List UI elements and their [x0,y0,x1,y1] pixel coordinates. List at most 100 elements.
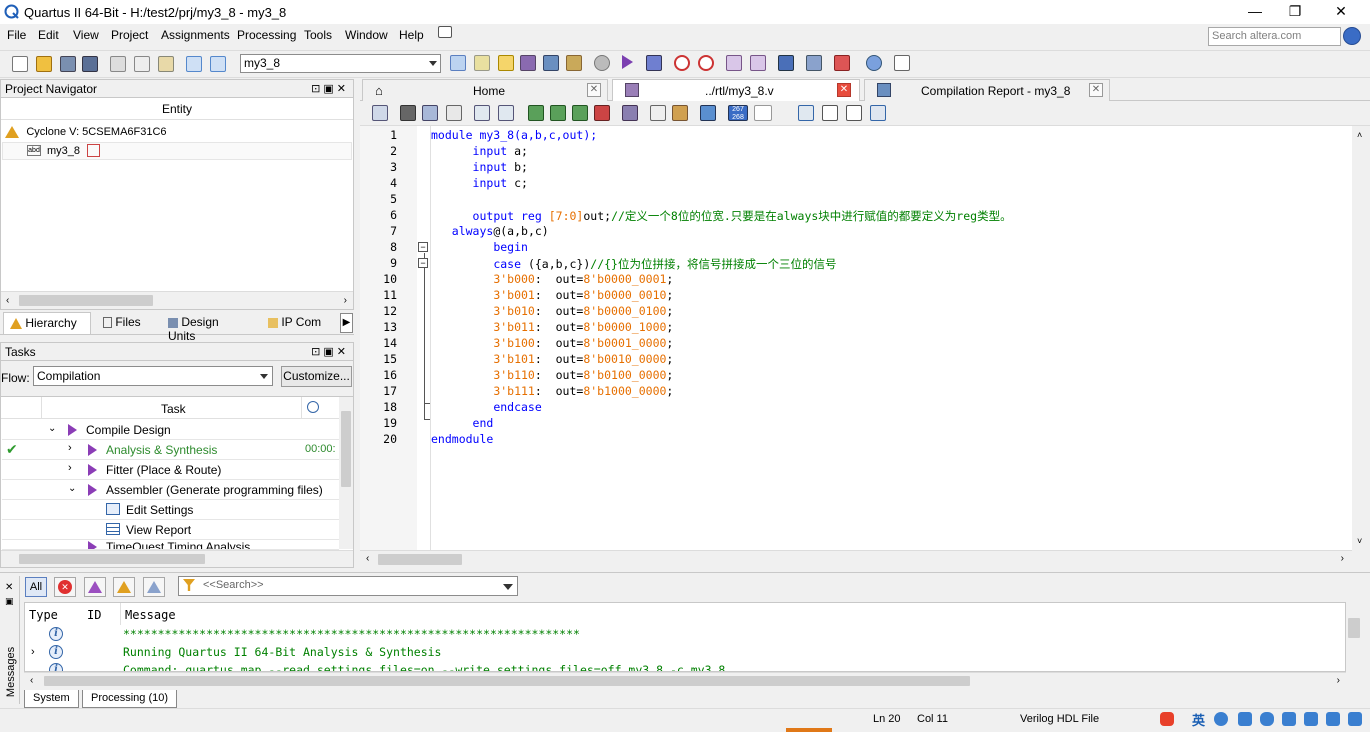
assignment-editor-icon[interactable] [520,55,536,71]
document-lines-icon[interactable] [846,105,862,121]
arrow-right-icon[interactable] [798,105,814,121]
device-icon[interactable] [566,55,582,71]
netlist-viewer-icon[interactable] [726,55,742,71]
moon-icon[interactable] [1214,712,1228,726]
pencil-icon[interactable] [498,55,514,71]
line-numbers-icon[interactable]: 267 268 [728,105,748,121]
block-comment-icon[interactable] [672,105,688,121]
panel-controls-icon[interactable]: ⊡▣✕ [311,345,349,358]
messages-vertical-scrollbar[interactable] [1346,602,1362,672]
scroll-left-icon[interactable]: ‹ [6,295,9,306]
rtl-viewer-icon[interactable] [750,55,766,71]
menu-help[interactable]: Help [399,28,424,42]
scroll-down-icon[interactable]: ˅ [1357,536,1362,546]
indent-icon[interactable] [474,105,490,121]
float-panel-icon[interactable]: ▣ [5,596,14,607]
prev-bookmark-icon[interactable] [572,105,588,121]
task-row-fitter[interactable]: › Fitter (Place & Route) [2,460,339,480]
col-type-header[interactable]: Type [29,608,58,622]
programmer-icon[interactable] [778,55,794,71]
scroll-thumb[interactable] [1348,618,1360,638]
scroll-thumb[interactable] [44,676,970,686]
close-tab-icon[interactable]: ✕ [1089,83,1103,97]
view-mode-icon[interactable] [870,105,886,121]
scroll-left-icon[interactable]: ‹ [366,553,369,564]
stop-icon[interactable] [594,55,610,71]
tab-hierarchy[interactable]: Hierarchy [3,312,91,334]
signaltap-icon[interactable] [700,105,716,121]
pn-horizontal-scrollbar[interactable]: ‹ › [1,291,353,309]
close-panel-icon[interactable]: ✕ [5,582,13,593]
search-altera-input[interactable]: Search altera.com [1208,27,1341,46]
ime-language-label[interactable]: 英 [1192,710,1205,729]
clear-bookmarks-icon[interactable] [594,105,610,121]
skin-icon[interactable] [1304,712,1318,726]
tab-ip-components[interactable]: IP Com [262,312,338,334]
filter-errors-button[interactable]: ✕ [54,577,76,597]
menu-tools[interactable]: Tools [304,28,332,42]
outdent-icon[interactable] [498,105,514,121]
help-icon[interactable] [866,55,882,71]
analysis-icon[interactable] [646,55,662,71]
compile-file-icon[interactable] [622,105,638,121]
find-replace-icon[interactable] [422,105,438,121]
message-search-input[interactable]: <<Search>> [178,576,518,596]
customize-button[interactable]: Customize... [281,366,352,387]
col-message-header[interactable]: Message [125,608,176,622]
copy-icon[interactable] [134,56,150,72]
message-row[interactable]: Command: quartus_map --read_settings_fil… [123,663,725,671]
sopc-icon[interactable] [834,55,850,71]
expand-chevron-icon[interactable]: › [31,646,35,658]
menu-assignments[interactable]: Assignments [161,28,230,42]
filter-warnings-button[interactable] [113,577,135,597]
spell-check-icon[interactable] [754,105,772,121]
menu-processing[interactable]: Processing [237,28,296,42]
close-tab-icon[interactable]: ✕ [587,83,601,97]
next-bookmark-icon[interactable] [550,105,566,121]
fold-collapse-icon[interactable]: − [418,242,428,252]
scroll-thumb[interactable] [19,295,153,306]
scroll-thumb[interactable] [19,554,205,564]
entity-row-my3_8[interactable]: abd my3_8 [2,142,352,160]
tasks-vertical-scrollbar[interactable] [339,397,353,549]
save-all-icon[interactable] [82,56,98,72]
save-icon[interactable] [60,56,76,72]
chip-planner-icon[interactable] [474,55,490,71]
filter-critical-warnings-button[interactable] [84,577,106,597]
flow-select[interactable]: Compilation [33,366,273,386]
open-folder-icon[interactable] [36,56,52,72]
scroll-right-icon[interactable]: › [1337,675,1340,686]
message-row[interactable]: Running Quartus II 64-Bit Analysis & Syn… [123,645,442,659]
tab-files[interactable]: Files [97,312,155,334]
powerplay-icon[interactable] [698,55,714,71]
goto-line-icon[interactable] [446,105,462,121]
editor-vertical-scrollbar[interactable]: ˄ ˅ [1352,126,1370,550]
scroll-right-icon[interactable]: › [344,295,347,306]
bookmark-icon[interactable] [528,105,544,121]
arrow-up-icon[interactable] [1326,712,1340,726]
expand-chevron-icon[interactable]: ⌄ [68,483,76,494]
play-icon[interactable] [68,424,77,436]
task-row-timequest[interactable]: TimeQuest Timing Analysis [2,540,339,550]
settings-icon[interactable] [543,55,559,71]
task-row-analysis-synthesis[interactable]: ✔ › Analysis & Synthesis 00:00: [2,440,339,460]
task-row-view-report[interactable]: View Report [2,520,339,540]
play-icon[interactable] [88,444,97,456]
top-entity-combo[interactable]: my3_8 [240,54,441,73]
scroll-thumb[interactable] [341,411,351,487]
task-row-edit-settings[interactable]: Edit Settings [2,500,339,520]
find-icon[interactable] [400,105,416,121]
help-chat-icon[interactable] [438,26,452,38]
expand-chevron-icon[interactable]: › [68,442,72,454]
tab-system[interactable]: System [24,690,79,708]
search-go-icon[interactable] [1343,27,1361,45]
message-row[interactable]: ****************************************… [123,627,580,641]
play-icon[interactable] [88,484,97,496]
editor-horizontal-scrollbar[interactable]: ‹ › [360,550,1352,568]
cut-icon[interactable] [110,56,126,72]
task-row-assembler[interactable]: ⌄ Assembler (Generate programming files) [2,480,339,500]
maximize-button[interactable]: ❐ [1272,0,1318,24]
expand-chevron-icon[interactable]: ⌄ [48,423,56,434]
sogou-input-icon[interactable] [1160,712,1174,726]
punctuation-icon[interactable] [1238,712,1252,726]
